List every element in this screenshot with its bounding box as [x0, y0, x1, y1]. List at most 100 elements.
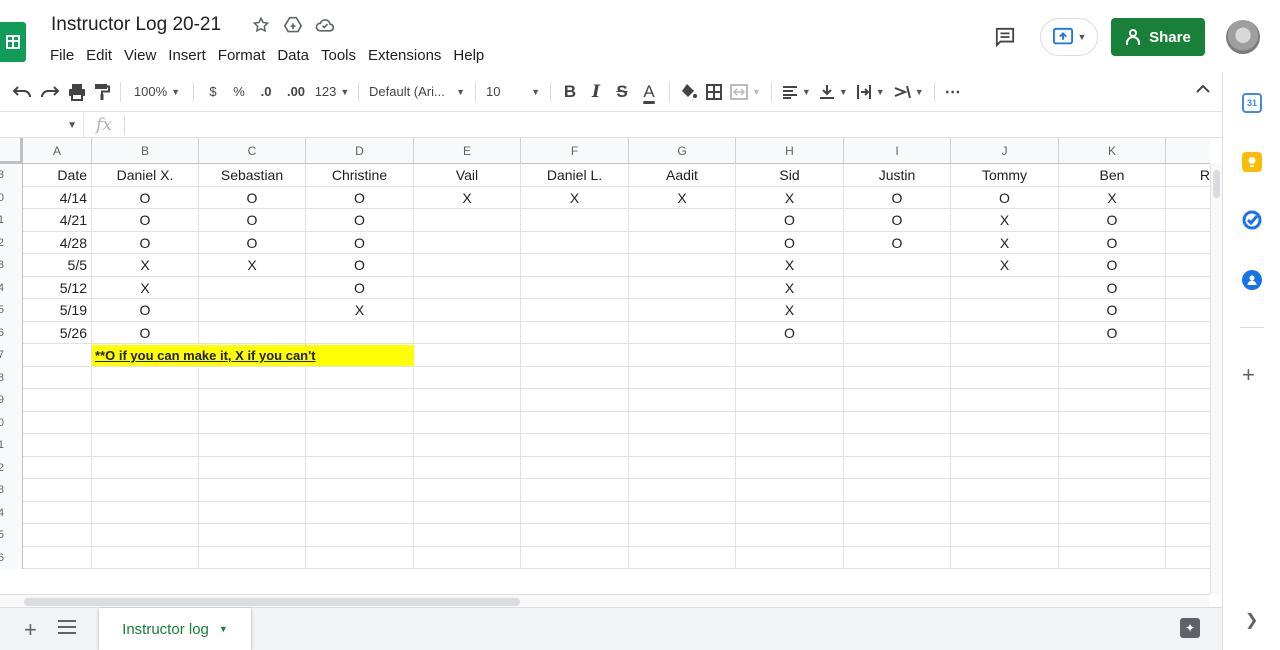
grid-cell[interactable]: Ben	[1059, 164, 1166, 187]
grid-cell[interactable]	[414, 231, 521, 254]
grid-cell[interactable]	[736, 434, 844, 457]
grid-cell[interactable]	[1166, 412, 1210, 435]
grid-cell[interactable]	[629, 231, 736, 254]
row-header[interactable]: 3	[0, 479, 23, 502]
grid-cell[interactable]	[199, 366, 306, 389]
grid-cell[interactable]: O	[306, 276, 414, 299]
row-header[interactable]: 4	[0, 276, 23, 299]
grid-cell[interactable]: O	[844, 209, 951, 232]
grid-cell[interactable]	[92, 411, 199, 434]
fill-color-icon[interactable]	[676, 78, 702, 106]
menu-help[interactable]: Help	[447, 45, 490, 66]
grid-cell[interactable]	[951, 434, 1059, 457]
explore-icon[interactable]: ✦	[1180, 618, 1200, 638]
select-all-corner[interactable]	[0, 138, 23, 164]
grid-cell[interactable]	[629, 434, 736, 457]
row-header[interactable]: 1	[0, 209, 23, 232]
paint-format-icon[interactable]	[90, 78, 114, 106]
grid-cell[interactable]	[951, 299, 1059, 322]
grid-cell[interactable]	[521, 276, 629, 299]
grid-cell[interactable]	[629, 344, 736, 367]
grid-cell[interactable]	[521, 209, 629, 232]
column-header-j[interactable]: J	[951, 138, 1059, 164]
formula-input[interactable]	[124, 115, 1222, 135]
grid-cell[interactable]	[1166, 232, 1210, 255]
grid-cell[interactable]	[306, 501, 414, 524]
grid-cell[interactable]	[521, 456, 629, 479]
grid-cell[interactable]	[629, 456, 736, 479]
grid-cell[interactable]	[844, 479, 951, 502]
row-header[interactable]: 3	[0, 164, 23, 187]
grid-cell[interactable]	[844, 434, 951, 457]
grid-cell[interactable]	[199, 411, 306, 434]
grid-cell[interactable]: R	[1166, 164, 1210, 187]
grid-cell[interactable]: X	[629, 186, 736, 209]
menu-format[interactable]: Format	[212, 45, 272, 66]
grid-cell[interactable]	[414, 456, 521, 479]
name-box[interactable]: ▼	[0, 113, 84, 137]
row-header[interactable]: 9	[0, 389, 23, 412]
grid-cell[interactable]	[521, 344, 629, 367]
present-button[interactable]: ▼	[1040, 18, 1098, 56]
grid-cell[interactable]	[1059, 344, 1166, 367]
merge-cells-icon[interactable]: ▼	[726, 78, 765, 106]
grid-cell[interactable]: 5/5	[23, 254, 92, 277]
grid-cell[interactable]	[1059, 411, 1166, 434]
grid-cell[interactable]: O	[306, 254, 414, 277]
grid-cell[interactable]	[951, 276, 1059, 299]
grid-cell[interactable]: X	[306, 299, 414, 322]
horizontal-scroll-thumb[interactable]	[24, 598, 520, 606]
menu-insert[interactable]: Insert	[162, 45, 212, 66]
grid-cell[interactable]	[844, 344, 951, 367]
grid-cell[interactable]	[199, 389, 306, 412]
menu-extensions[interactable]: Extensions	[362, 45, 447, 66]
star-icon[interactable]	[250, 14, 272, 36]
vertical-scroll-thumb[interactable]	[1213, 170, 1220, 198]
grid-cell[interactable]	[414, 411, 521, 434]
grid-cell[interactable]: O	[736, 231, 844, 254]
grid-cell[interactable]: 5/12	[23, 276, 92, 299]
increase-decimal-button[interactable]: .00	[280, 78, 312, 106]
grid-cell[interactable]: O	[1059, 276, 1166, 299]
row-header[interactable]: 3	[0, 254, 23, 277]
grid-cell[interactable]	[521, 254, 629, 277]
grid-cell[interactable]	[1166, 187, 1210, 210]
grid-cell[interactable]	[951, 501, 1059, 524]
grid-cell[interactable]: X	[199, 254, 306, 277]
grid-cell[interactable]	[23, 344, 92, 367]
italic-button[interactable]: I	[583, 78, 609, 106]
grid-cell[interactable]	[414, 546, 521, 569]
grid-cell[interactable]	[92, 501, 199, 524]
grid-cell[interactable]	[521, 321, 629, 344]
grid-cell[interactable]	[306, 456, 414, 479]
text-color-button[interactable]: A	[635, 78, 663, 106]
menu-tools[interactable]: Tools	[315, 45, 362, 66]
grid-cell[interactable]	[1059, 366, 1166, 389]
grid-cell[interactable]	[414, 434, 521, 457]
grid-cell[interactable]: O	[92, 186, 199, 209]
grid-cell[interactable]	[844, 501, 951, 524]
grid-cell[interactable]	[951, 344, 1059, 367]
grid-cell[interactable]	[92, 456, 199, 479]
grid-cell[interactable]	[23, 501, 92, 524]
grid-cell[interactable]	[306, 434, 414, 457]
tasks-icon[interactable]	[1242, 210, 1262, 230]
row-header[interactable]: 0	[0, 411, 23, 434]
grid-cell[interactable]	[92, 366, 199, 389]
grid-cell[interactable]: 5/26	[23, 321, 92, 344]
menu-view[interactable]: View	[118, 45, 162, 66]
grid-cell[interactable]	[92, 434, 199, 457]
grid-cell[interactable]	[951, 321, 1059, 344]
row-header[interactable]: 6	[0, 321, 23, 344]
document-title[interactable]: Instructor Log 20-21	[51, 14, 221, 36]
grid-cell[interactable]	[199, 546, 306, 569]
grid-cell[interactable]: X	[736, 276, 844, 299]
grid-cell[interactable]: X	[951, 209, 1059, 232]
grid-cell[interactable]: X	[414, 186, 521, 209]
grid-cell[interactable]	[1166, 209, 1210, 232]
grid-cell[interactable]	[521, 501, 629, 524]
grid-cell[interactable]: Sid	[736, 164, 844, 187]
grid-cell[interactable]	[629, 501, 736, 524]
grid-cell[interactable]	[951, 366, 1059, 389]
column-header-c[interactable]: C	[199, 138, 306, 164]
